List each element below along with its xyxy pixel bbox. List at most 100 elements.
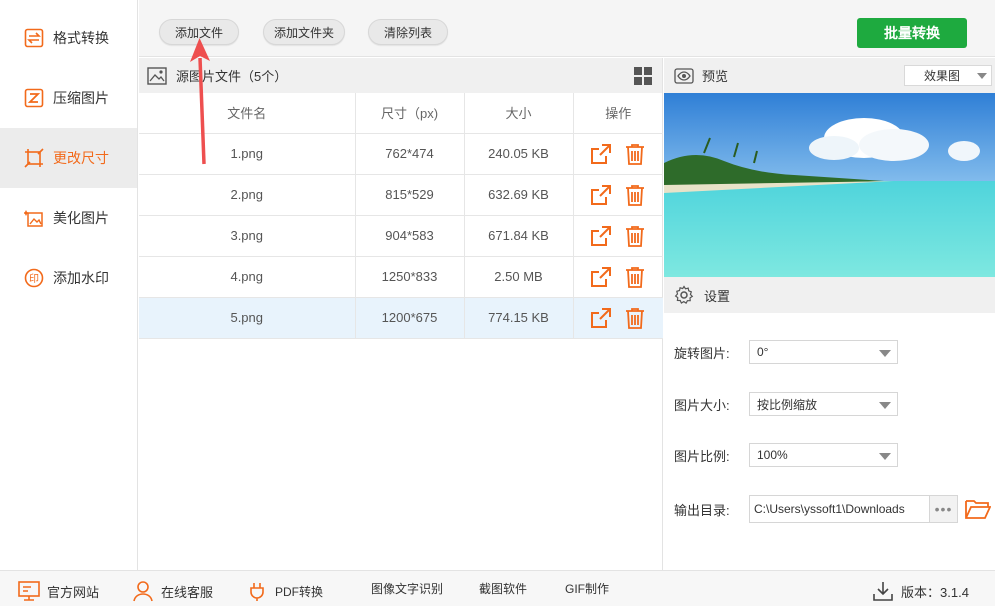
file-panel-header: 源图片文件（5个）	[139, 58, 662, 93]
table-row[interactable]: 4.png 1250*833 2.50 MB	[139, 256, 663, 298]
file-table: 文件名 尺寸（px) 大小 操作 1.png 762*474 240.05 KB 2.…	[139, 93, 663, 339]
right-panel: 预览 效果图 设置 旋转图片: 0° 图片大小: 按比例缩放 图片比例: 100…	[664, 58, 995, 570]
table-row[interactable]: 3.png 904*583 671.84 KB	[139, 215, 663, 257]
beautify-icon	[24, 210, 43, 227]
preview-title: 预览	[702, 69, 729, 84]
online-support-link[interactable]: 在线客服	[132, 580, 213, 602]
file-name-cell: 2.png	[139, 174, 356, 216]
open-external-icon[interactable]	[590, 225, 612, 247]
column-header-size: 大小	[464, 93, 574, 134]
trash-icon[interactable]	[624, 266, 646, 288]
chevron-down-icon	[977, 73, 987, 79]
ocr-link[interactable]: 图像文字识别	[371, 580, 443, 597]
column-header-filename: 文件名	[139, 93, 356, 134]
grid-view-icon[interactable]	[634, 67, 652, 85]
output-dir-label: 输出目录:	[674, 502, 730, 518]
sidebar-item-beautify[interactable]: 美化图片	[0, 188, 137, 248]
gif-maker-link[interactable]: GIF制作	[565, 580, 609, 597]
file-size-cell: 632.69 KB	[464, 174, 574, 216]
svg-text:印: 印	[29, 273, 39, 285]
compress-icon	[24, 88, 44, 108]
open-external-icon[interactable]	[590, 184, 612, 206]
pdf-convert-link[interactable]: PDF转换	[246, 580, 323, 602]
screenshot-label: 截图软件	[479, 582, 528, 596]
column-header-dimensions: 尺寸（px)	[355, 93, 465, 134]
file-dimensions-cell: 904*583	[355, 215, 465, 257]
batch-convert-button[interactable]: 批量转换	[857, 18, 967, 48]
monitor-icon	[18, 581, 40, 601]
official-website-link[interactable]: 官方网站	[18, 580, 99, 602]
file-size-cell: 671.84 KB	[464, 215, 574, 257]
chevron-down-icon	[879, 453, 891, 460]
table-row[interactable]: 2.png 815*529 632.69 KB	[139, 174, 663, 216]
file-name-cell: 5.png	[139, 297, 356, 339]
image-size-value: 按比例缩放	[757, 397, 818, 412]
open-external-icon[interactable]	[590, 307, 612, 329]
preview-mode-select[interactable]: 效果图	[904, 65, 992, 86]
browse-dots-button[interactable]: •••	[930, 495, 958, 523]
chevron-down-icon	[879, 402, 891, 409]
image-ratio-select[interactable]: 100%	[749, 443, 898, 467]
sidebar-item-watermark[interactable]: 印 添加水印	[0, 248, 137, 308]
preview-header: 预览 效果图	[664, 58, 995, 93]
version-label: 版本：3.1.4	[901, 584, 969, 600]
image-size-select[interactable]: 按比例缩放	[749, 392, 898, 416]
sidebar-item-label: 格式转换	[53, 30, 109, 46]
gif-maker-label: GIF制作	[565, 582, 609, 596]
chevron-down-icon	[879, 350, 891, 357]
headset-icon	[133, 581, 153, 602]
clear-list-button[interactable]: 清除列表	[368, 19, 448, 45]
rotate-row: 旋转图片: 0°	[674, 340, 898, 364]
rotate-value: 0°	[757, 345, 769, 359]
file-actions-cell	[573, 297, 663, 339]
sidebar: 格式转换 压缩图片 更改尺寸 美化图片 印 添加水印	[0, 0, 138, 570]
file-name-cell: 3.png	[139, 215, 356, 257]
rotate-select[interactable]: 0°	[749, 340, 898, 364]
screenshot-link[interactable]: 截图软件	[479, 580, 527, 597]
settings-title: 设置	[704, 288, 731, 304]
output-dir-input[interactable]: C:\Users\yssoft1\Downloads	[749, 495, 930, 523]
settings-header: 设置	[664, 277, 995, 313]
trash-icon[interactable]	[624, 143, 646, 165]
column-header-actions: 操作	[573, 93, 663, 134]
sidebar-item-label: 添加水印	[53, 270, 109, 286]
sidebar-item-resize[interactable]: 更改尺寸	[0, 128, 137, 188]
official-website-label: 官方网站	[47, 584, 100, 600]
file-panel: 源图片文件（5个） 文件名 尺寸（px) 大小 操作 1.png 762*474 2…	[139, 58, 663, 570]
sidebar-item-compress[interactable]: 压缩图片	[0, 68, 137, 128]
image-ratio-row: 图片比例: 100%	[674, 443, 898, 467]
add-file-button[interactable]: 添加文件	[159, 19, 239, 45]
image-size-label: 图片大小:	[674, 397, 730, 413]
table-header-row: 文件名 尺寸（px) 大小 操作	[139, 93, 663, 134]
image-size-row: 图片大小: 按比例缩放	[674, 392, 898, 416]
file-actions-cell	[573, 256, 663, 298]
sidebar-item-label: 更改尺寸	[53, 150, 109, 166]
open-external-icon[interactable]	[590, 143, 612, 165]
file-dimensions-cell: 1200*675	[355, 297, 465, 339]
trash-icon[interactable]	[624, 225, 646, 247]
ocr-label: 图像文字识别	[371, 582, 444, 596]
trash-icon[interactable]	[624, 184, 646, 206]
table-row[interactable]: 1.png 762*474 240.05 KB	[139, 133, 663, 175]
sidebar-item-format-convert[interactable]: 格式转换	[0, 8, 137, 68]
open-external-icon[interactable]	[590, 266, 612, 288]
gear-icon	[674, 285, 694, 304]
resize-icon	[24, 148, 44, 168]
trash-icon[interactable]	[624, 307, 646, 329]
version-info[interactable]: 版本：3.1.4	[872, 580, 969, 602]
file-actions-cell	[573, 215, 663, 257]
file-name-cell: 1.png	[139, 133, 356, 175]
swap-icon	[24, 28, 44, 48]
table-row[interactable]: 5.png 1200*675 774.15 KB	[139, 297, 663, 339]
preview-mode-value: 效果图	[924, 69, 961, 83]
file-name-cell: 4.png	[139, 256, 356, 298]
rotate-label: 旋转图片:	[674, 345, 730, 361]
image-ratio-value: 100%	[757, 448, 788, 462]
plug-icon	[250, 583, 264, 601]
sidebar-item-label: 压缩图片	[53, 90, 109, 106]
preview-image	[664, 93, 995, 277]
add-folder-button[interactable]: 添加文件夹	[263, 19, 345, 45]
file-size-cell: 240.05 KB	[464, 133, 574, 175]
sidebar-item-label: 美化图片	[53, 210, 109, 226]
folder-open-icon[interactable]	[965, 498, 991, 520]
